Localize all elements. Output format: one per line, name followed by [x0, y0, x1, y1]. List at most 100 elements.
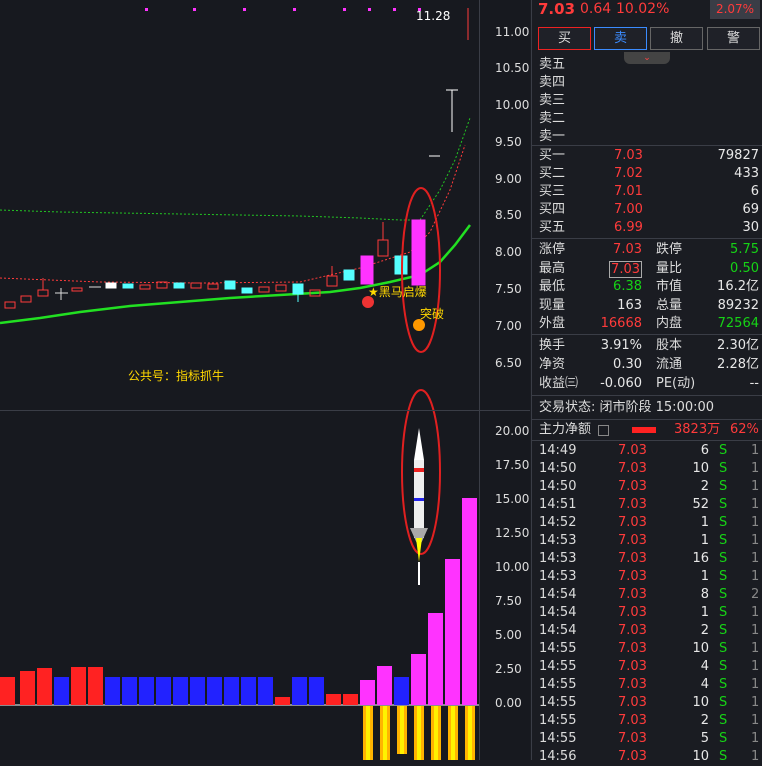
- stat-label: 量比: [656, 260, 683, 276]
- bid-row[interactable]: 买四 7.00 69: [532, 201, 762, 219]
- stat-label: 净资: [539, 357, 566, 372]
- indicator-bar: [326, 694, 341, 705]
- stat-label: 收益㈢: [539, 376, 579, 391]
- price-axis-tick: 7.50: [495, 282, 522, 296]
- tick-count: 1: [751, 641, 760, 656]
- ask-row[interactable]: 卖四: [532, 74, 762, 92]
- tick-row[interactable]: 14:53 7.03 1 S 1: [532, 568, 762, 586]
- main-flow-row[interactable]: 主力净额 3823万 62%: [532, 421, 762, 439]
- bid-volume: 30: [742, 220, 759, 235]
- tick-row[interactable]: 14:51 7.03 52 S 1: [532, 496, 762, 514]
- tick-count: 1: [751, 659, 760, 674]
- bid-label: 买一: [539, 148, 566, 163]
- tick-row[interactable]: 14:53 7.03 16 S 1: [532, 550, 762, 568]
- tick-row[interactable]: 14:50 7.03 10 S 1: [532, 460, 762, 478]
- tick-count: 1: [751, 515, 760, 530]
- stat-value: 5.75: [730, 242, 759, 257]
- turnover-badge[interactable]: 2.07%: [710, 0, 760, 19]
- tick-time: 14:52: [539, 515, 577, 530]
- price-axis-tick: 10.00: [495, 98, 530, 112]
- tick-side: S: [719, 659, 728, 674]
- stat-value: 3.91%: [600, 338, 642, 353]
- chart-area[interactable]: 11.00 10.50 10.00 9.50 9.00 8.50 8.00 7.50 7.00 6…: [0, 0, 530, 760]
- tick-row[interactable]: 14:52 7.03 1 S 1: [532, 514, 762, 532]
- tick-row[interactable]: 14:49 7.03 6 S 1: [532, 442, 762, 460]
- bid-row[interactable]: 买三 7.01 6: [532, 183, 762, 201]
- tick-row[interactable]: 14:55 7.03 10 S 1: [532, 694, 762, 712]
- ask-row[interactable]: 卖二: [532, 110, 762, 128]
- tick-row[interactable]: 14:53 7.03 1 S 1: [532, 532, 762, 550]
- stat-row: 净资 0.30 流通 2.28亿: [532, 356, 762, 374]
- indicator-bar: [445, 559, 460, 705]
- trade-status: 交易状态: 闭市阶段 15:00:00: [532, 399, 762, 417]
- tick-volume: 6: [700, 443, 709, 458]
- tick-side: S: [719, 461, 728, 476]
- tick-price: 7.03: [618, 515, 647, 530]
- ask-row[interactable]: 卖五: [532, 56, 762, 74]
- cancel-order-button[interactable]: 撤: [650, 27, 703, 50]
- indicator-bar: [156, 677, 171, 705]
- ask-row[interactable]: 卖一: [532, 128, 762, 146]
- indicator-stripe-core: [417, 706, 421, 760]
- tick-price: 7.03: [618, 587, 647, 602]
- tick-count: 1: [751, 443, 760, 458]
- buy-button[interactable]: 买: [538, 27, 591, 50]
- bid-row[interactable]: 买一 7.03 79827: [532, 147, 762, 165]
- tick-count: 1: [751, 533, 760, 548]
- tick-row[interactable]: 14:55 7.03 4 S 1: [532, 658, 762, 676]
- tick-time: 14:55: [539, 659, 577, 674]
- indicator-bar: [377, 666, 392, 705]
- tick-row[interactable]: 14:56 7.03 10 S 1: [532, 748, 762, 766]
- bid-price: 7.00: [614, 202, 643, 217]
- sell-button[interactable]: 卖: [594, 27, 647, 50]
- stat-label: 市值: [656, 279, 683, 294]
- tick-row[interactable]: 14:54 7.03 8 S 2: [532, 586, 762, 604]
- price-axis-tick: 8.50: [495, 208, 522, 222]
- separator: [532, 395, 762, 396]
- indicator-bar: [37, 668, 52, 705]
- tick-volume: 10: [692, 749, 709, 764]
- price-axis-tick: 11.00: [495, 25, 530, 39]
- ask-row[interactable]: 卖三: [532, 92, 762, 110]
- tick-row[interactable]: 14:54 7.03 1 S 1: [532, 604, 762, 622]
- tick-volume: 10: [692, 641, 709, 656]
- tick-row[interactable]: 14:55 7.03 4 S 1: [532, 676, 762, 694]
- tick-volume: 1: [700, 533, 709, 548]
- volume-axis-tick: 17.50: [495, 458, 530, 472]
- tick-volume: 16: [692, 551, 709, 566]
- signal-label-breakout: 突破: [420, 307, 445, 321]
- price-change: 0.64: [580, 1, 612, 17]
- tick-row[interactable]: 14:55 7.03 10 S 1: [532, 640, 762, 658]
- tick-time: 14:50: [539, 461, 577, 476]
- tick-row[interactable]: 14:54 7.03 2 S 1: [532, 622, 762, 640]
- tick-side: S: [719, 623, 728, 638]
- quote-panel: 7.03 0.64 10.02% 2.07% 买 卖 撤 警 ⌄ 卖五 卖四 卖三卖…: [531, 0, 762, 764]
- tick-row[interactable]: 14:55 7.03 5 S 1: [532, 730, 762, 748]
- bid-row[interactable]: 买二 7.02 433: [532, 165, 762, 183]
- high-marker: 11.28: [416, 9, 451, 23]
- tick-side: S: [719, 641, 728, 656]
- tick-side: S: [719, 497, 728, 512]
- tick-row[interactable]: 14:55 7.03 2 S 1: [532, 712, 762, 730]
- tick-side: S: [719, 695, 728, 710]
- ask-label: 卖三: [539, 93, 566, 108]
- stat-label: 流通: [656, 357, 683, 372]
- stat-value: 7.03: [609, 260, 642, 278]
- tick-time: 14:55: [539, 731, 577, 746]
- tick-row[interactable]: 14:50 7.03 2 S 1: [532, 478, 762, 496]
- alert-button[interactable]: 警: [707, 27, 760, 50]
- tick-side: S: [719, 605, 728, 620]
- bid-price: 7.01: [614, 184, 643, 199]
- stat-row: 现量 163 总量 89232: [532, 297, 762, 315]
- tick-price: 7.03: [618, 641, 647, 656]
- bid-volume: 69: [742, 202, 759, 217]
- list-icon[interactable]: [598, 425, 609, 436]
- price-axis-tick: 8.00: [495, 245, 522, 259]
- tick-volume: 4: [700, 659, 709, 674]
- bid-row[interactable]: 买五 6.99 30: [532, 219, 762, 237]
- pane-divider[interactable]: [0, 410, 530, 411]
- tick-time: 14:54: [539, 605, 577, 620]
- trade-status-text: 交易状态: 闭市阶段 15:00:00: [539, 400, 715, 415]
- volume-axis-tick: 20.00: [495, 424, 530, 438]
- stat-value: 7.03: [613, 242, 642, 257]
